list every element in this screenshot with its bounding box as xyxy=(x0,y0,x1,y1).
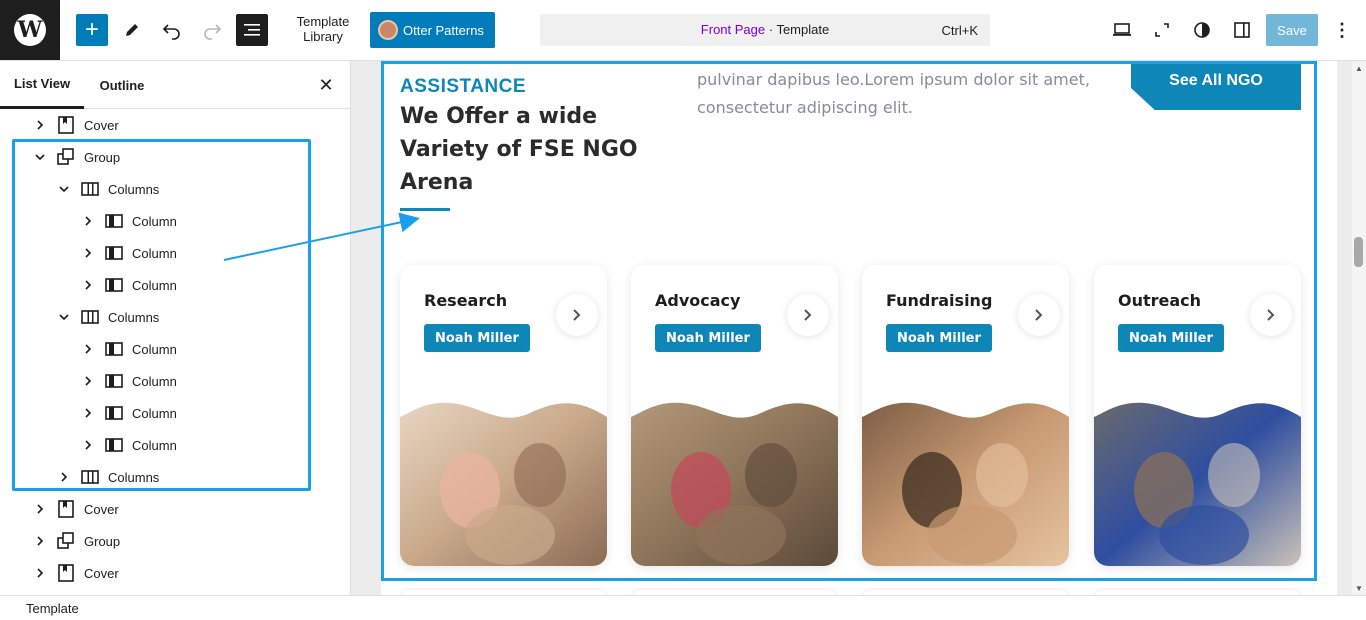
editor-top-bar: W + Template Library Otter Patterns Fron… xyxy=(0,0,1366,61)
tree-highlight-annotation xyxy=(12,139,311,491)
tree-item-label: Cover xyxy=(84,501,119,517)
half-circle-icon xyxy=(1194,22,1210,38)
document-title: Front Page · Template xyxy=(540,22,990,37)
cover-block-icon xyxy=(56,564,76,582)
document-type: Template xyxy=(776,22,830,37)
save-button[interactable]: Save xyxy=(1266,14,1318,46)
chevron-right-icon[interactable] xyxy=(32,565,48,581)
otter-patterns-label: Otter Patterns xyxy=(403,22,484,38)
scroll-down-icon[interactable]: ▼ xyxy=(1355,584,1363,593)
scroll-up-icon[interactable]: ▲ xyxy=(1355,64,1363,73)
options-menu-button[interactable]: ⋮ xyxy=(1330,14,1354,46)
template-library-button[interactable]: Template Library xyxy=(290,14,356,44)
breadcrumb-template[interactable]: Template xyxy=(26,601,79,616)
tab-list-view[interactable]: List View xyxy=(0,61,84,109)
undo-icon xyxy=(162,24,180,40)
tab-outline[interactable]: Outline xyxy=(88,61,156,109)
settings-button[interactable] xyxy=(1226,14,1258,46)
wordpress-logo-button[interactable]: W xyxy=(0,0,60,60)
tree-item-label: Cover xyxy=(84,565,119,581)
otter-avatar-icon xyxy=(378,20,398,40)
chevron-right-icon[interactable] xyxy=(32,501,48,517)
tree-item-cover[interactable]: Cover xyxy=(32,557,119,589)
preview-device-button[interactable] xyxy=(1106,14,1138,46)
tree-item-cover[interactable]: Cover xyxy=(32,493,119,525)
add-block-button[interactable]: + xyxy=(76,14,108,46)
tree-item-cover[interactable]: Cover xyxy=(32,109,119,141)
redo-icon xyxy=(204,24,222,40)
otter-patterns-button[interactable]: Otter Patterns xyxy=(370,12,495,48)
wordpress-logo-icon: W xyxy=(14,14,46,46)
redo-button[interactable] xyxy=(196,14,228,46)
desktop-view-icon xyxy=(1113,23,1131,36)
chevron-right-icon[interactable] xyxy=(32,533,48,549)
close-icon[interactable]: ✕ xyxy=(314,73,338,97)
chevron-right-icon[interactable] xyxy=(32,117,48,133)
fullscreen-icon xyxy=(1155,23,1169,37)
tools-button[interactable] xyxy=(116,14,148,46)
sidebar-tabs: List View Outline ✕ xyxy=(0,61,350,109)
selected-group-outline xyxy=(381,61,1317,581)
document-overview-button[interactable] xyxy=(236,14,268,46)
cover-block-icon xyxy=(56,500,76,518)
pencil-icon xyxy=(126,24,138,36)
command-shortcut: Ctrl+K xyxy=(941,23,978,38)
canvas-scrollbar[interactable]: ▲ ▼ xyxy=(1352,61,1366,595)
scrollbar-thumb[interactable] xyxy=(1354,237,1363,267)
status-breadcrumb: Template xyxy=(0,595,1366,620)
fullscreen-button[interactable] xyxy=(1146,14,1178,46)
group-block-icon xyxy=(56,532,76,550)
styles-button[interactable] xyxy=(1186,14,1218,46)
command-palette-bar[interactable]: Front Page · Template Ctrl+K xyxy=(540,14,990,46)
tree-item-group[interactable]: Group xyxy=(32,525,120,557)
tree-item-label: Group xyxy=(84,533,121,549)
title-separator: · xyxy=(765,22,777,37)
tree-item-label: Cover xyxy=(84,117,119,133)
sidebar-toggle-icon xyxy=(1234,22,1250,38)
document-page-name: Front Page xyxy=(700,22,766,37)
cover-block-icon xyxy=(56,116,76,134)
list-view-icon xyxy=(244,24,260,36)
undo-button[interactable] xyxy=(156,14,188,46)
plus-icon: + xyxy=(84,16,99,43)
